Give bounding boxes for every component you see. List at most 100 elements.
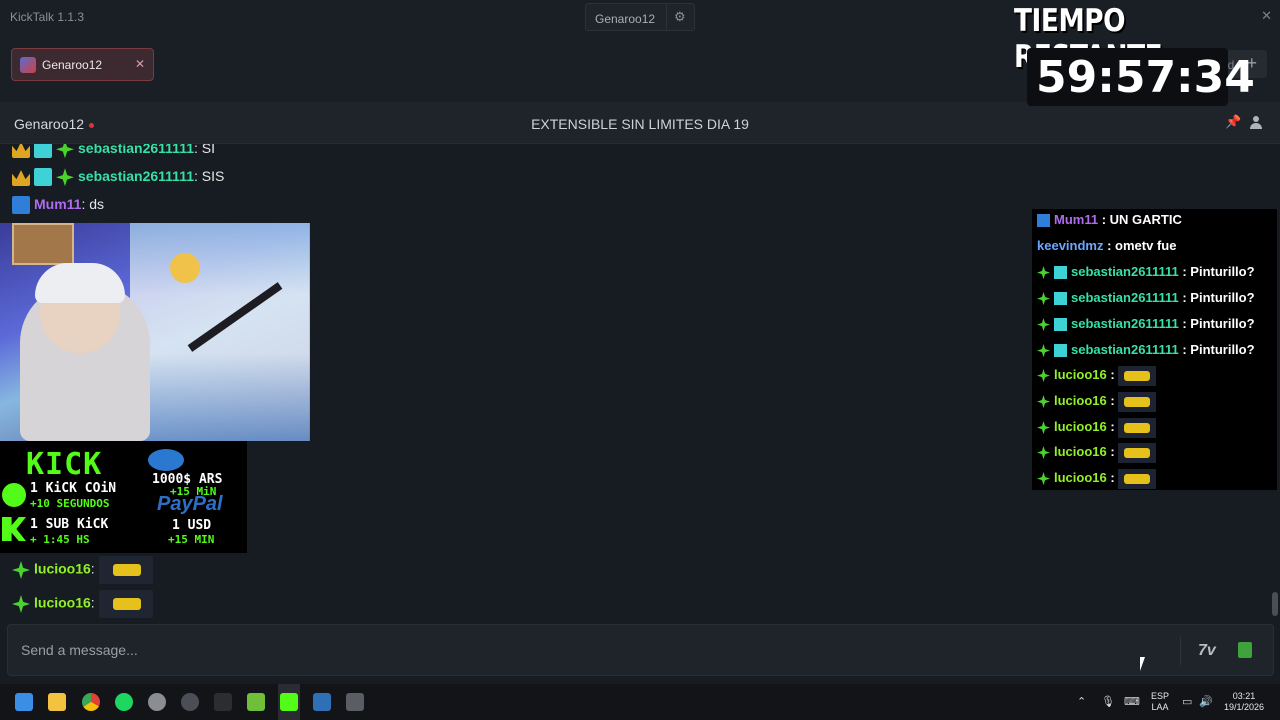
gift-badge-icon xyxy=(1037,395,1050,409)
donation-line: 1 KiCK COiN xyxy=(30,481,117,496)
chat-username[interactable]: sebastian2611111 xyxy=(78,168,194,184)
overlay-username: keevindmz xyxy=(1037,238,1104,253)
pin-icon[interactable]: 📌 xyxy=(1225,114,1241,130)
clock-date: 19/1/2026 xyxy=(1223,702,1265,712)
language-indicator[interactable]: ESP LAA xyxy=(1149,691,1171,713)
gift-badge-icon xyxy=(1037,369,1050,383)
streamer-hair xyxy=(35,263,125,303)
emote-image xyxy=(1118,391,1157,412)
emote-image xyxy=(1118,365,1157,386)
chat-message: lucioo16: xyxy=(12,590,153,620)
overlay-text: : xyxy=(1110,444,1115,459)
emote-image xyxy=(1118,468,1157,489)
subscriber-badge-icon xyxy=(1054,344,1067,358)
chat-message: sebastian2611111: SIS xyxy=(12,166,224,190)
tab-label: Genaroo12 xyxy=(42,58,103,72)
chat-username[interactable]: Mum11 xyxy=(34,196,81,212)
app-icon[interactable] xyxy=(346,693,364,711)
scrollbar-thumb[interactable] xyxy=(1272,592,1278,616)
chrome-icon[interactable] xyxy=(82,693,100,711)
gift-badge-icon xyxy=(56,168,74,187)
overlay-username: sebastian2611111 xyxy=(1071,342,1179,357)
stream-title: EXTENSIBLE SIN LIMITES DIA 19 xyxy=(531,116,749,132)
chat-username[interactable]: lucioo16 xyxy=(34,561,91,577)
overlay-message: sebastian2611111 : Pinturillo? xyxy=(1037,287,1255,309)
overlay-text: : Pinturillo? xyxy=(1182,290,1255,305)
gift-badge-icon xyxy=(1037,292,1050,306)
overlay-text: : xyxy=(1110,393,1115,408)
overlay-username: sebastian2611111 xyxy=(1071,264,1179,279)
clock[interactable]: 03:21 19/1/2026 xyxy=(1218,691,1270,713)
tray-chevron-icon[interactable]: ⌃ xyxy=(1077,695,1086,708)
poster-image xyxy=(12,223,74,265)
tf-icon[interactable] xyxy=(214,693,232,711)
channel-header: Genaroo12 EXTENSIBLE SIN LIMITES DIA 19 … xyxy=(0,102,1280,144)
mercadopago-icon xyxy=(148,449,184,471)
overlay-text: : xyxy=(1110,367,1115,382)
windows-start-icon[interactable] xyxy=(15,693,33,711)
gift-badge-icon xyxy=(1037,266,1050,280)
clock-time: 03:21 xyxy=(1232,691,1256,701)
kick-coin-icon xyxy=(2,483,26,507)
overlay-message: sebastian2611111 : Pinturillo? xyxy=(1037,261,1255,283)
divider xyxy=(1180,637,1181,665)
gift-badge-icon xyxy=(12,595,30,613)
overlay-text: : xyxy=(1110,419,1115,434)
gift-badge-icon xyxy=(1037,446,1050,460)
overlay-message: Mum11 : UN GARTIC xyxy=(1037,209,1182,231)
subscriber-badge-icon xyxy=(1054,318,1067,332)
donation-sub: +15 MIN xyxy=(168,533,215,546)
file-explorer-icon[interactable] xyxy=(48,693,66,711)
kicktalk-icon[interactable] xyxy=(280,693,298,711)
app-icon[interactable] xyxy=(313,693,331,711)
taskbar: ⌃ 🎙 ⌨ ESP LAA ▭ 🔊 03:21 19/1/2026 xyxy=(0,684,1280,720)
keyboard-icon[interactable]: ⌨ xyxy=(1124,695,1140,708)
emote-picker-icon[interactable] xyxy=(1238,642,1252,658)
minecraft-icon[interactable] xyxy=(247,693,265,711)
current-user-label: Genaroo12 xyxy=(595,12,656,26)
emote-image xyxy=(1118,442,1157,463)
tab-close-icon[interactable]: ✕ xyxy=(135,57,145,71)
microphone-icon[interactable]: 🎙 xyxy=(1101,695,1115,708)
window-close-icon[interactable]: ✕ xyxy=(1261,8,1272,24)
obs-icon[interactable] xyxy=(181,693,199,711)
seventv-emote-icon[interactable]: 7v xyxy=(1198,642,1216,660)
settings-gear-icon[interactable]: ⚙ xyxy=(674,9,686,25)
emote-image xyxy=(1118,417,1157,438)
overlay-message: lucioo16 : xyxy=(1037,390,1157,412)
overlay-message: sebastian2611111 : Pinturillo? xyxy=(1037,313,1255,335)
overlay-username: sebastian2611111 xyxy=(1071,316,1179,331)
donation-sub: + 1:45 HS xyxy=(30,533,90,546)
overlay-text: : UN GARTIC xyxy=(1101,212,1182,227)
chat-username[interactable]: lucioo16 xyxy=(34,595,91,611)
overlay-text: : Pinturillo? xyxy=(1182,316,1255,331)
overlay-text: : xyxy=(1110,470,1115,485)
spotify-icon[interactable] xyxy=(115,693,133,711)
overlay-message: sebastian2611111 : Pinturillo? xyxy=(1037,339,1255,361)
tab-genaroo12[interactable]: Genaroo12 ✕ xyxy=(11,48,154,81)
avatar xyxy=(20,57,36,73)
emote-image xyxy=(98,590,153,618)
app-title: KickTalk 1.1.3 xyxy=(10,10,85,24)
donation-line: 1 SUB KiCK xyxy=(30,517,109,532)
current-user-pill[interactable]: Genaroo12 ⚙ xyxy=(585,3,695,31)
message-input[interactable] xyxy=(8,625,1168,675)
donation-line: 1 USD xyxy=(172,518,212,533)
chat-text: ds xyxy=(89,196,105,212)
keyboard-layout: LAA xyxy=(1151,702,1169,712)
overlay-username: sebastian2611111 xyxy=(1071,290,1179,305)
user-icon[interactable] xyxy=(1249,115,1263,129)
overlay-text: : Pinturillo? xyxy=(1182,264,1255,279)
gift-badge-icon xyxy=(1037,421,1050,435)
language-code: ESP xyxy=(1150,691,1169,701)
sun-icon xyxy=(170,253,200,283)
overlay-username: lucioo16 xyxy=(1054,419,1107,434)
webcam-image xyxy=(0,223,310,441)
volume-icon[interactable]: 🔊 xyxy=(1199,695,1213,708)
network-icon[interactable]: ▭ xyxy=(1182,695,1192,708)
chat-username[interactable]: sebastian2611111 xyxy=(78,144,194,156)
app-icon[interactable] xyxy=(148,693,166,711)
subscriber-badge-icon xyxy=(34,144,52,159)
overlay-message: keevindmz : ometv fue xyxy=(1037,235,1176,257)
gift-badge-icon xyxy=(1037,472,1050,486)
